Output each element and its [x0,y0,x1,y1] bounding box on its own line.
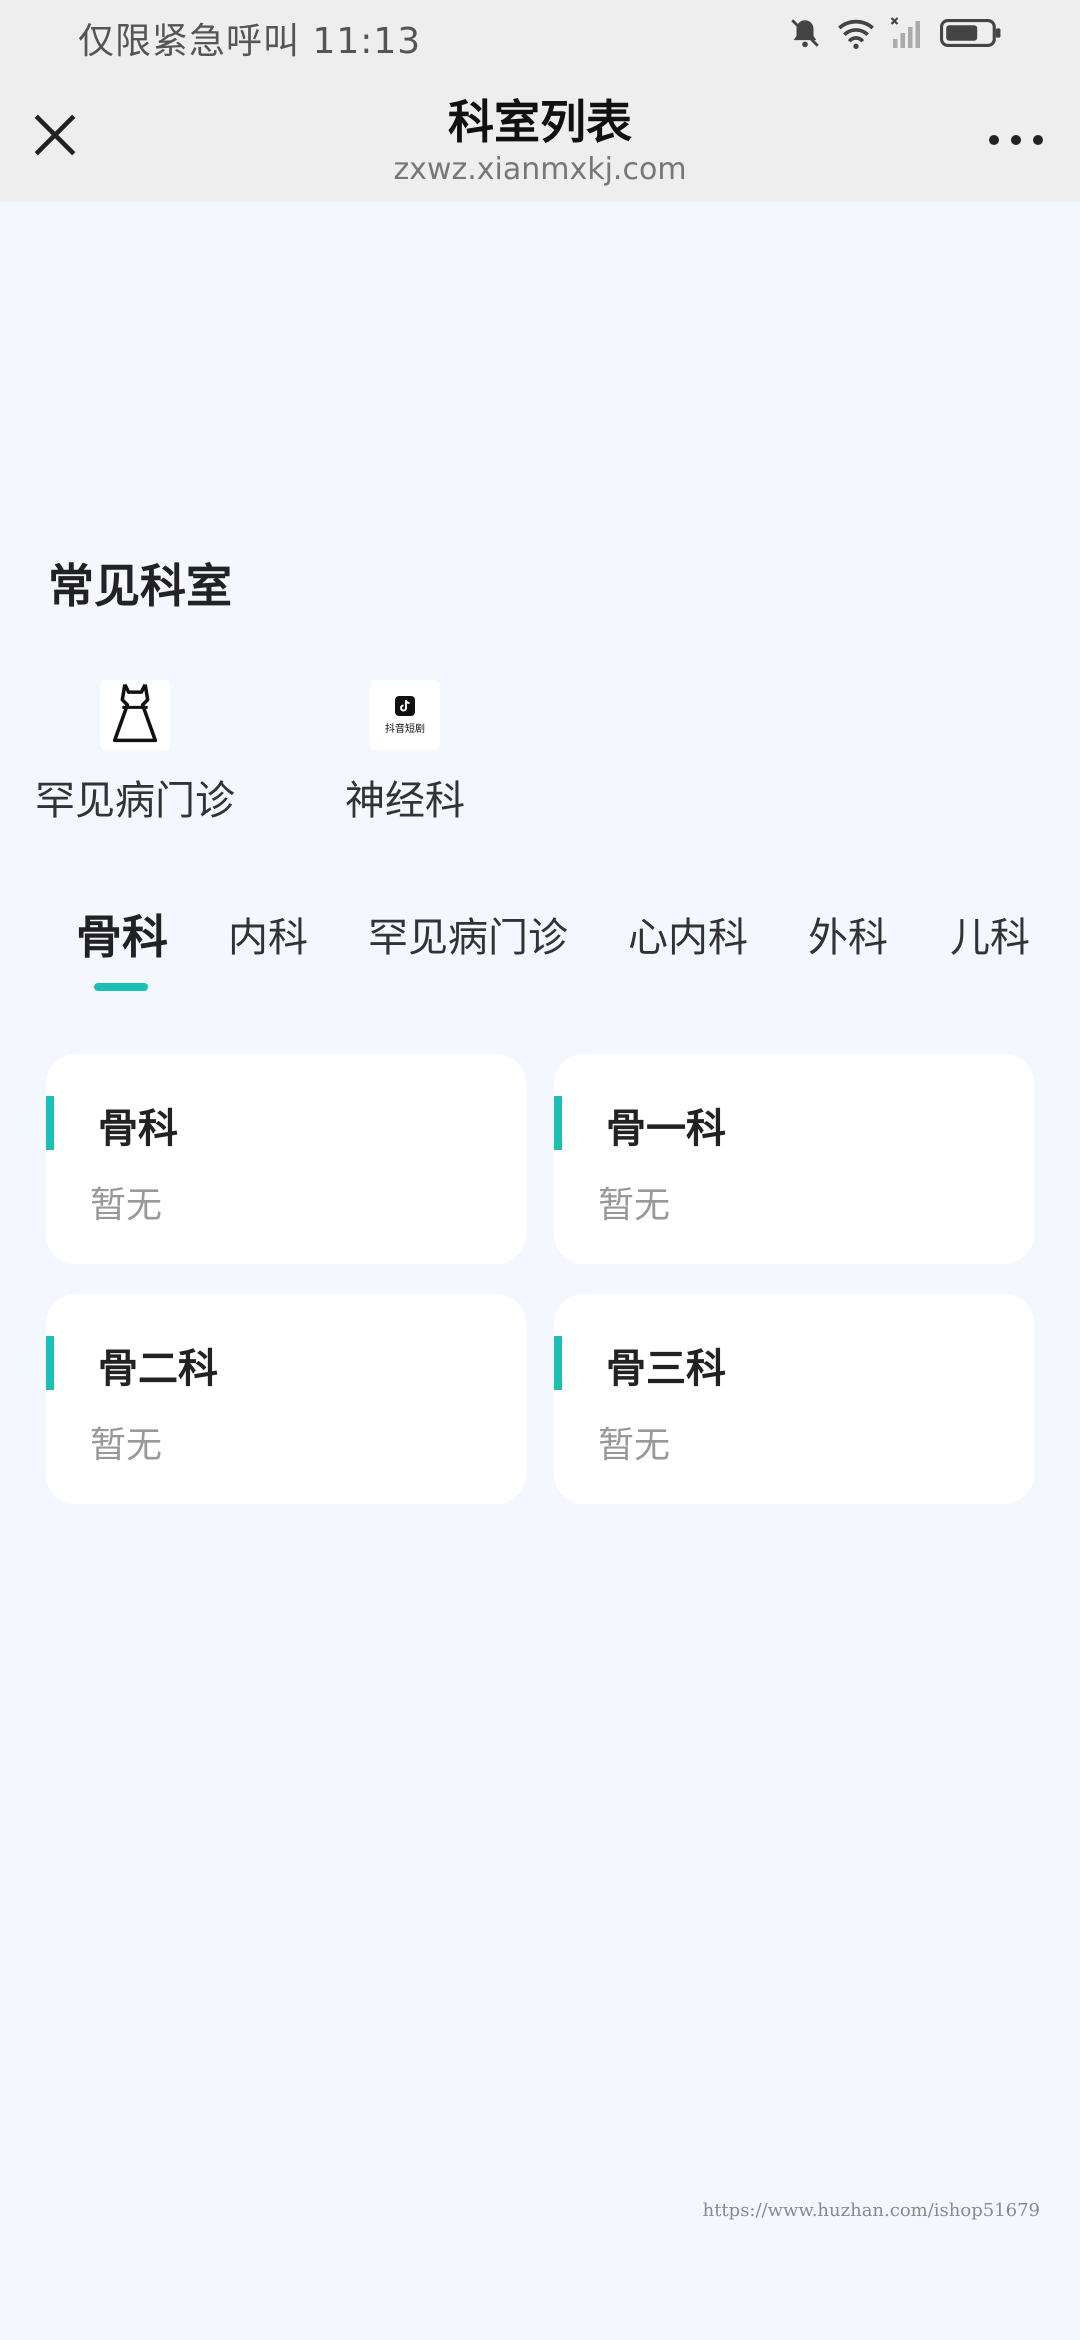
dept-card[interactable]: 骨三科 暂无 [554,1294,1034,1504]
card-accent-bar [554,1336,562,1390]
dept-card[interactable]: 骨一科 暂无 [554,1054,1034,1264]
card-accent-bar [46,1096,54,1150]
card-desc: 暂无 [90,1425,163,1466]
common-dept-label: 罕见病门诊 [35,778,235,824]
tab-surgery[interactable]: 外科 [808,905,888,963]
more-icon[interactable] [986,128,1046,152]
page-url: zxwz.xianmxkj.com [393,152,687,187]
status-icons [788,16,1002,50]
app-logo-text: 抖音短剧 [385,723,425,735]
card-desc: 暂无 [598,1185,671,1226]
common-dept-label: 神经科 [345,778,465,824]
dept-card[interactable]: 骨科 暂无 [46,1054,526,1264]
dress-icon [100,680,170,750]
bell-off-icon [791,19,819,48]
tab-cardiology[interactable]: 心内科 [628,905,748,963]
card-accent-bar [46,1336,54,1390]
dept-card[interactable]: 骨二科 暂无 [46,1294,526,1504]
card-desc: 暂无 [598,1425,671,1466]
tab-rare-disease[interactable]: 罕见病门诊 [368,905,568,963]
card-accent-bar [554,1096,562,1150]
dept-tabs: 骨科 内科 罕见病门诊 心内科 外科 儿科 [0,905,1080,995]
tab-internal-medicine[interactable]: 内科 [228,905,308,963]
card-title: 骨科 [98,1106,178,1152]
active-tab-indicator [94,983,148,991]
status-bar: 仅限紧急呼叫 11:13 [0,0,1080,72]
status-text: 仅限紧急呼叫 11:13 [78,21,422,62]
app-logo-icon: 抖音短剧 [370,680,440,750]
section-title: 常见科室 [48,559,232,613]
wifi-icon [838,19,874,49]
card-title: 骨三科 [606,1346,726,1392]
signal-icon [890,17,920,48]
tab-orthopedics[interactable]: 骨科 [76,901,168,967]
page-title: 科室列表 [448,95,632,149]
tab-pediatrics[interactable]: 儿科 [950,905,1030,963]
card-title: 骨一科 [606,1106,726,1152]
common-dept-neurology[interactable]: 抖音短剧 神经科 [290,680,520,826]
card-desc: 暂无 [90,1185,163,1226]
watermark: https://www.huzhan.com/ishop51679 [702,2200,1040,2221]
nav-bar: 科室列表 zxwz.xianmxkj.com [0,72,1080,202]
battery-icon [940,19,1001,47]
common-dept-rare-disease[interactable]: 罕见病门诊 [20,680,250,826]
card-title: 骨二科 [98,1346,218,1392]
